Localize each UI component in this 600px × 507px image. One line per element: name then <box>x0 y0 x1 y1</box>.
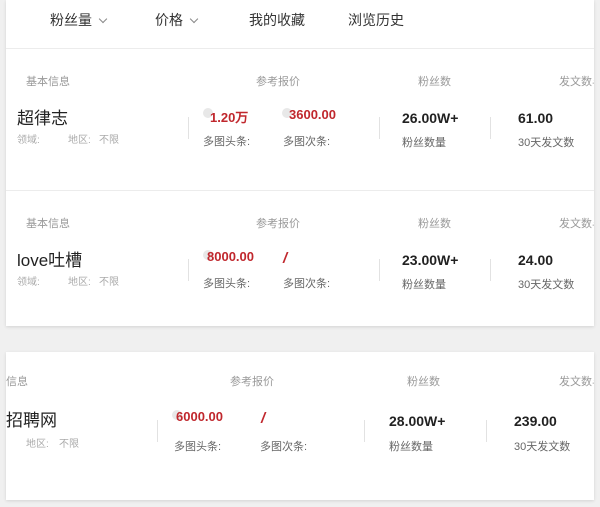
domain-label: 领域: <box>17 135 40 146</box>
column-divider <box>379 117 380 139</box>
posts-sublabel: 30天发文数 <box>518 137 575 149</box>
headline-price: 6000.00 <box>176 409 223 424</box>
tab-favorites[interactable]: 我的收藏 <box>249 10 305 30</box>
tab-price-filter[interactable]: 价格 <box>155 10 199 30</box>
secondary-label: 多图次条: <box>283 136 331 148</box>
column-divider <box>188 117 189 139</box>
posts-count: 239.00 <box>514 413 557 429</box>
secondary-label: 多图次条: <box>283 278 331 290</box>
header-fans: 粉丝数 <box>418 218 451 230</box>
chevron-down-icon <box>189 14 199 24</box>
header-ref-price: 参考报价 <box>256 218 300 230</box>
account-name[interactable]: love吐槽 <box>17 246 82 271</box>
secondary-label: 多图次条: <box>260 441 308 453</box>
account-list-card-cropped: 信息 参考报价 粉丝数 发文数与 招聘网 地区: 不限 6000.00 / 多图… <box>6 352 594 500</box>
header-ref-price: 参考报价 <box>256 76 300 88</box>
header-posts: 发文数与 <box>559 376 594 388</box>
region-value: 不限 <box>59 439 79 450</box>
header-basic-info: 基本信息 <box>26 76 70 88</box>
secondary-price: / <box>261 410 266 427</box>
header-fans: 粉丝数 <box>418 76 451 88</box>
column-divider <box>157 420 158 442</box>
fans-count: 26.00W+ <box>402 110 459 126</box>
header-basic-info: 基本信息 <box>26 218 70 230</box>
tab-history[interactable]: 浏览历史 <box>348 10 404 30</box>
fans-count: 28.00W+ <box>389 413 446 429</box>
divider <box>6 190 594 191</box>
region-label: 地区: <box>68 277 91 288</box>
column-divider <box>490 117 491 139</box>
tab-history-label: 浏览历史 <box>348 12 404 28</box>
region-value: 不限 <box>99 277 119 288</box>
secondary-price: 3600.00 <box>289 107 336 122</box>
posts-count: 61.00 <box>518 110 554 126</box>
filter-tabbar: 粉丝量 价格 我的收藏 浏览历史 <box>6 0 594 40</box>
account-list-card: 粉丝量 价格 我的收藏 浏览历史 基本信息 参考报价 粉丝数 发文数与 超律志 … <box>6 0 594 326</box>
fans-sublabel: 粉丝数量 <box>402 279 446 291</box>
region-value: 不限 <box>99 135 119 146</box>
domain-label: 领域: <box>17 277 40 288</box>
account-name[interactable]: 招聘网 <box>6 406 57 431</box>
column-divider <box>188 259 189 281</box>
secondary-price: / <box>283 250 288 267</box>
headline-label: 多图头条: <box>203 278 251 290</box>
headline-label: 多图头条: <box>174 441 222 453</box>
posts-sublabel: 30天发文数 <box>518 279 575 291</box>
fans-count: 23.00W+ <box>402 252 459 268</box>
posts-sublabel: 30天发文数 <box>514 441 571 453</box>
header-posts: 发文数与 <box>559 218 594 230</box>
tab-fans-filter[interactable]: 粉丝量 <box>50 10 108 30</box>
column-divider <box>364 420 365 442</box>
region-label: 地区: <box>26 439 49 450</box>
account-name[interactable]: 超律志 <box>17 104 68 129</box>
column-divider <box>379 259 380 281</box>
header-basic-info: 信息 <box>6 376 28 388</box>
posts-count: 24.00 <box>518 252 554 268</box>
header-posts: 发文数与 <box>559 76 594 88</box>
headline-price: 8000.00 <box>207 249 254 264</box>
divider <box>6 48 594 49</box>
tab-favorites-label: 我的收藏 <box>249 12 305 28</box>
header-ref-price: 参考报价 <box>230 376 274 388</box>
region-label: 地区: <box>68 135 91 146</box>
column-divider <box>486 420 487 442</box>
fans-sublabel: 粉丝数量 <box>389 441 433 453</box>
chevron-down-icon <box>98 14 108 24</box>
column-divider <box>490 259 491 281</box>
header-fans: 粉丝数 <box>407 376 440 388</box>
headline-price: 1.20万 <box>210 110 249 125</box>
tab-price-label: 价格 <box>155 12 183 28</box>
fans-sublabel: 粉丝数量 <box>402 137 446 149</box>
headline-label: 多图头条: <box>203 136 251 148</box>
tab-fans-label: 粉丝量 <box>50 12 92 28</box>
